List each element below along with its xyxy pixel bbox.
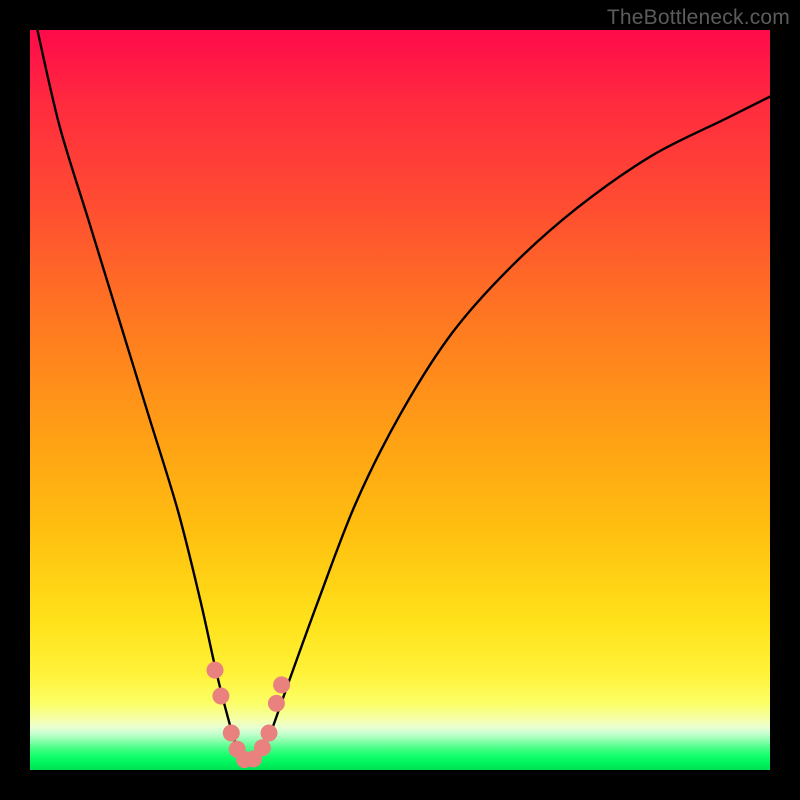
curve-marker	[261, 725, 278, 742]
curve-marker	[273, 676, 290, 693]
curve-marker	[212, 688, 229, 705]
curve-marker	[254, 739, 271, 756]
curve-marker	[268, 695, 285, 712]
bottleneck-curve	[37, 30, 770, 763]
chart-plot-area	[30, 30, 770, 770]
chart-overlay-svg	[30, 30, 770, 770]
curve-marker	[223, 725, 240, 742]
chart-frame: TheBottleneck.com	[0, 0, 800, 800]
watermark-text: TheBottleneck.com	[607, 6, 790, 30]
curve-marker	[207, 662, 224, 679]
